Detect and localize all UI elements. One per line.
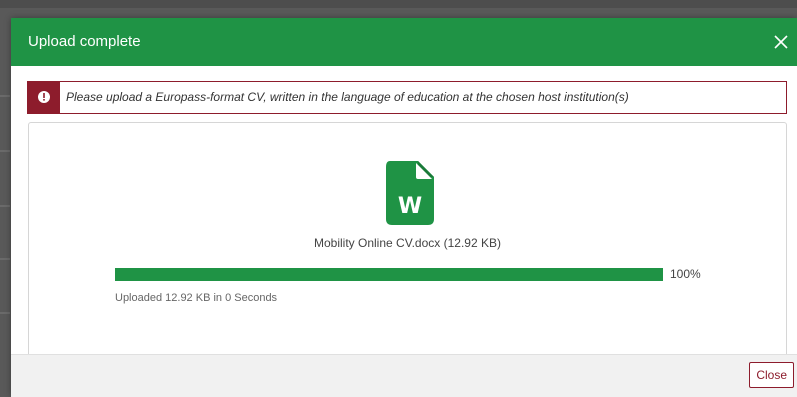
word-document-icon: W (386, 161, 434, 225)
close-button[interactable]: Close (749, 362, 794, 388)
notice-text: Please upload a Europass-format CV, writ… (66, 90, 629, 104)
upload-caption: Uploaded 12.92 KB in 0 Seconds (115, 292, 278, 304)
backdrop-stripe (0, 205, 10, 207)
close-icon[interactable] (769, 30, 793, 54)
backdrop-stripe (0, 95, 10, 97)
dialog-footer: Close (11, 354, 797, 397)
backdrop-stripe (0, 258, 10, 260)
progress-bar-fill (115, 268, 663, 281)
progress-bar (115, 268, 663, 281)
file-name: Mobility Online CV.docx (12.92 KB) (314, 236, 501, 250)
backdrop-stripe (0, 150, 10, 152)
dialog-title: Upload complete (28, 33, 141, 50)
info-icon (38, 91, 50, 103)
backdrop-top-band (0, 0, 797, 8)
upload-dialog: Upload complete Please upload a Europass… (11, 18, 797, 397)
progress-percent: 100% (670, 267, 701, 281)
backdrop-stripe (0, 312, 10, 314)
dialog-header: Upload complete (11, 18, 797, 66)
notice-badge (28, 82, 60, 113)
upload-panel: W Mobility Online CV.docx (12.92 KB) 100… (28, 122, 787, 358)
svg-text:W: W (398, 194, 422, 219)
notice-banner: Please upload a Europass-format CV, writ… (27, 81, 787, 114)
